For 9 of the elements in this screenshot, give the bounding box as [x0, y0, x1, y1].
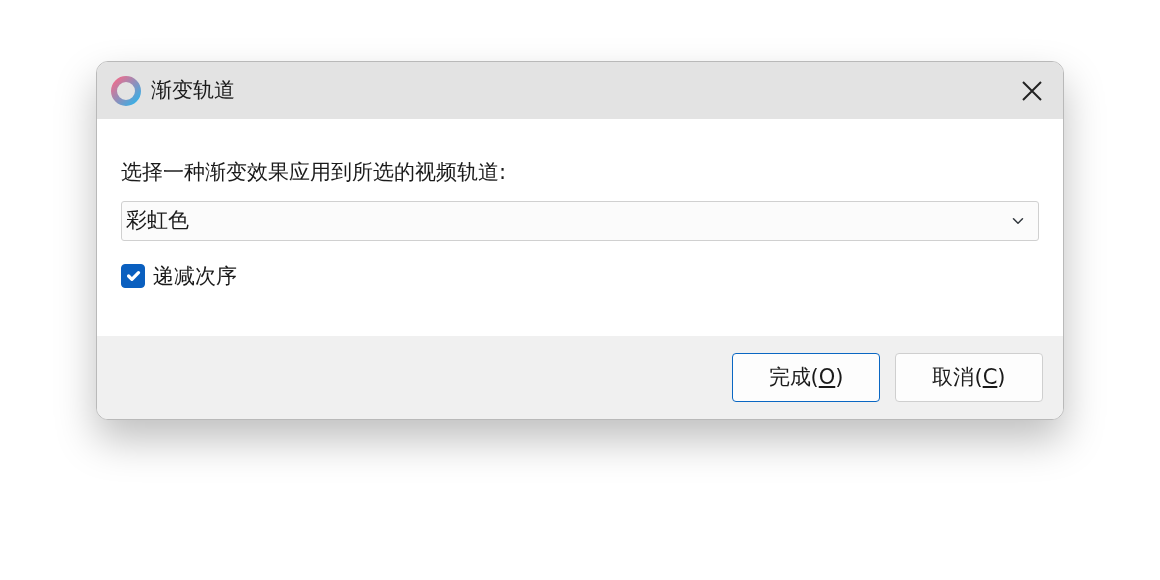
dialog-button[interactable]: 取消(C)	[895, 353, 1043, 402]
effect-dropdown[interactable]: 彩虹色	[121, 200, 1039, 241]
window-title: 渐变轨道	[151, 76, 235, 104]
checkbox-label[interactable]: 递减次序	[153, 260, 237, 292]
checkbox[interactable]	[121, 264, 145, 289]
app-logo-icon	[111, 75, 141, 106]
prompt-text: 选择一种渐变效果应用到所选的视频轨道:	[121, 159, 508, 186]
close-icon	[1021, 79, 1043, 102]
dialog-button[interactable]: 完成(O)	[732, 353, 880, 402]
